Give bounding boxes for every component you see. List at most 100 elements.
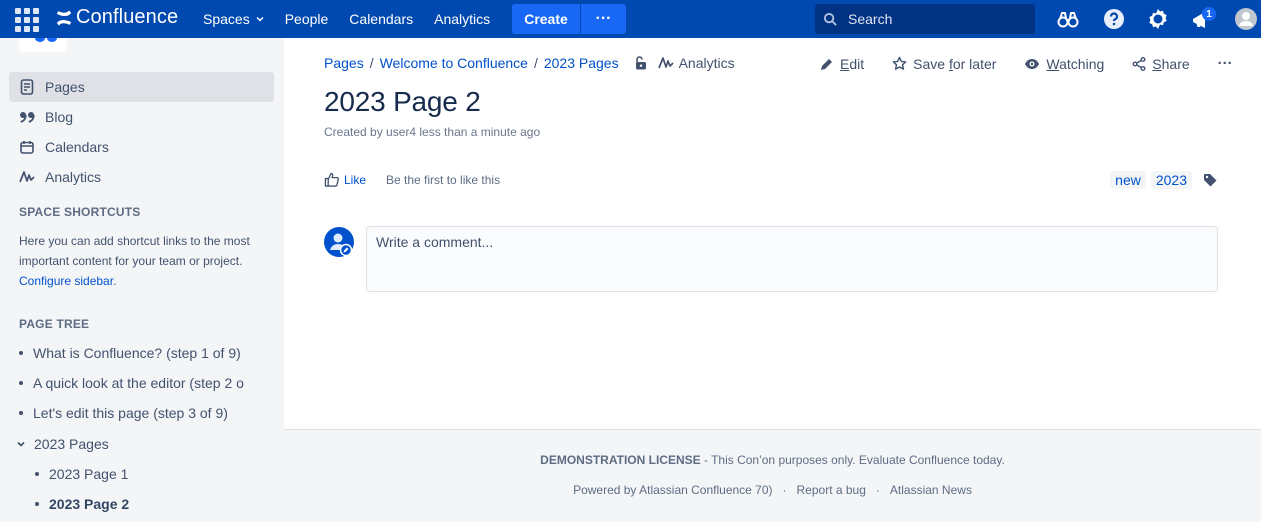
bullet-icon [19,411,23,415]
sidebar-item-label: Pages [45,79,85,95]
sidebar-item-label: Blog [45,109,74,125]
tag-icon[interactable] [1203,173,1217,187]
edit-button[interactable]: Edit [820,56,864,72]
report-bug-link[interactable]: Report a bug [797,483,866,497]
comment-input[interactable]: Write a comment... [366,226,1218,292]
tree-item-label: 2023 Pages [34,436,109,452]
label-2023[interactable]: 2023 [1150,171,1192,189]
nav-spaces-label: Spaces [203,11,250,27]
page-footer: DEMONSTRATION LICENSE - This Con’on purp… [284,429,1261,522]
more-actions-button[interactable]: ··· [1218,55,1233,72]
configure-sidebar-link[interactable]: Configure sidebar [19,274,113,288]
page-icon [20,79,34,95]
breadcrumb: Pages / Welcome to Confluence / 2023 Pag… [324,55,735,71]
like-status-text: Be the first to like this [386,172,501,187]
bullet-icon [19,381,23,385]
watching-label: Watching [1046,55,1105,72]
license-bold: DEMONSTRATION LICENSE [540,453,701,467]
like-label: Like [344,172,367,187]
sidebar-item-analytics[interactable]: Analytics [9,162,274,192]
atlassian-news-link[interactable]: Atlassian News [890,483,972,497]
tree-item[interactable]: What is Confluence? (step 1 of 9) [19,345,241,361]
binoculars-icon[interactable] [1056,7,1080,31]
sidebar-item-calendars[interactable]: Calendars [9,132,274,162]
bullet-icon [35,502,39,506]
footer-links: Powered by Atlassian Confluence 70) · Repo… [284,483,1261,497]
sidebar-item-pages[interactable]: Pages [9,72,274,102]
page-actions: Edit Save for later Watching Share ··· [820,55,1233,72]
comment-user-avatar-icon [324,227,354,257]
share-icon [1132,56,1146,71]
confluence-logo-icon [56,10,72,25]
sidebar-item-label: Calendars [45,139,109,155]
breadcrumb-2023-pages[interactable]: 2023 Pages [544,55,619,71]
space-logo[interactable] [19,38,67,52]
create-more-button[interactable]: ··· [581,4,626,34]
eye-icon [1025,58,1040,69]
chevron-down-icon[interactable] [16,439,26,449]
sidebar-item-label: Analytics [45,169,102,185]
page-content: Pages / Welcome to Confluence / 2023 Pag… [284,38,1261,429]
search-placeholder: Search [848,11,893,27]
app-name: Confluence [76,6,179,28]
save-for-later-button[interactable]: Save for later [892,56,996,72]
shortcuts-text: Here you can add shortcut links to the m… [19,234,250,268]
watching-button[interactable]: Watching [1024,56,1104,72]
search-icon [823,12,837,26]
analytics-icon [19,171,35,183]
nav-calendars[interactable]: Calendars [349,11,413,27]
tree-item-label: What is Confluence? (step 1 of 9) [33,345,241,361]
breadcrumb-separator: / [369,55,374,71]
space-shortcuts-description: Here you can add shortcut links to the m… [19,231,269,291]
tree-item-label: Let's edit this page (step 3 of 9) [33,405,228,421]
tree-item[interactable]: 2023 Pages [16,436,109,452]
chevron-down-icon [256,16,264,22]
share-label: Share [1152,55,1190,72]
tree-item-label: 2023 Page 1 [49,466,129,482]
tree-item[interactable]: A quick look at the editor (step 2 o [19,375,244,391]
settings-icon[interactable] [1146,7,1170,31]
breadcrumb-pages[interactable]: Pages [324,55,364,71]
breadcrumb-separator: / [533,55,538,71]
tree-item[interactable]: 2023 Page 1 [35,466,128,482]
like-row: Like Be the first to like this [324,172,500,187]
separator-dot: · [782,483,787,497]
create-button[interactable]: Create [512,4,580,34]
license-text: - This Con’on purposes only. Evaluate Co… [700,453,1005,467]
tree-item-current[interactable]: 2023 Page 2 [35,496,129,512]
powered-by-link[interactable]: Powered by Atlassian Confluence 70) [573,483,772,497]
page-byline: Created by user4 less than a minute ago [324,125,541,139]
calendar-icon [20,141,34,154]
nav-people[interactable]: People [285,11,329,27]
page-title: 2023 Page 2 [324,86,481,117]
page-labels: new 2023 [1110,171,1217,189]
label-new[interactable]: new [1110,171,1146,189]
breadcrumb-welcome[interactable]: Welcome to Confluence [380,55,528,71]
confluence-logo[interactable]: Confluence [55,6,178,29]
bullet-icon [35,472,39,476]
license-notice: DEMONSTRATION LICENSE - This Con’on purp… [284,453,1261,467]
nav-analytics[interactable]: Analytics [434,11,490,27]
shortcuts-period: . [113,274,117,288]
save-label: Save for later [913,55,997,72]
space-shortcuts-heading: SPACE SHORTCUTS [19,205,141,219]
tree-item-label: A quick look at the editor (step 2 o [33,375,244,391]
tree-item[interactable]: Let's edit this page (step 3 of 9) [19,405,228,421]
app-switcher-icon[interactable] [15,8,39,32]
user-avatar-icon[interactable] [1234,7,1258,31]
top-navigation-bar: Confluence Spaces People Calendars Analy… [0,0,1261,38]
notification-count-badge: 1 [1202,7,1216,21]
bullet-icon [19,351,23,355]
nav-spaces[interactable]: Spaces [203,11,264,27]
separator-dot: · [875,483,880,497]
help-icon[interactable] [1102,7,1126,31]
thumbs-up-icon [324,172,339,187]
share-button[interactable]: Share [1132,55,1190,72]
unlock-icon[interactable] [634,56,648,70]
search-input[interactable]: Search [815,4,1035,34]
analytics-link[interactable]: Analytics [657,55,735,71]
pencil-icon [821,58,832,70]
star-icon [892,56,907,70]
like-button[interactable]: Like [324,172,366,187]
sidebar-item-blog[interactable]: Blog [9,102,274,132]
